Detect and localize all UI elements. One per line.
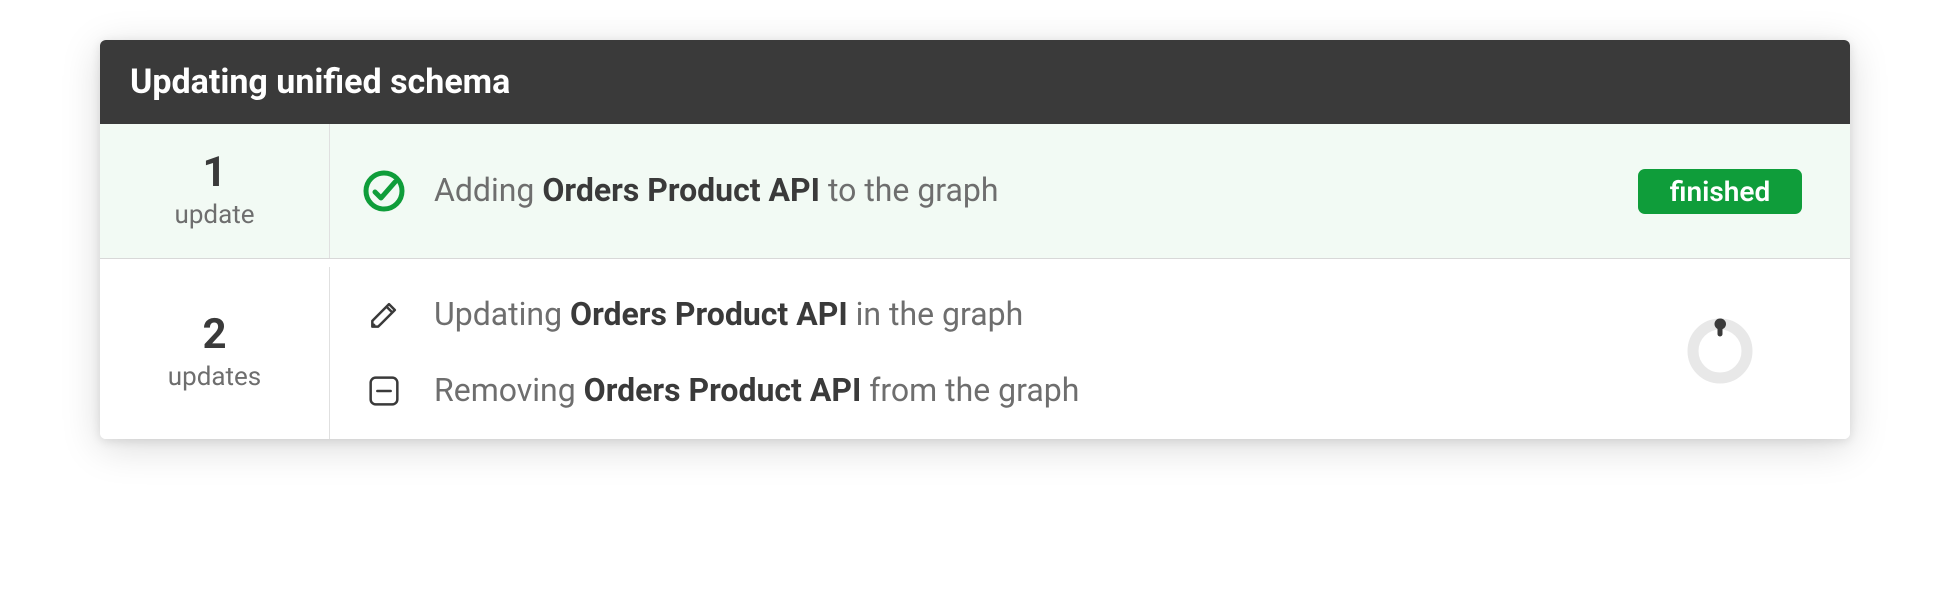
check-circle-icon (360, 167, 408, 215)
task-prefix: Updating (434, 295, 570, 333)
task-prefix: Removing (434, 371, 584, 409)
task-suffix: from the graph (861, 371, 1079, 409)
update-count: 1 (202, 152, 226, 194)
schema-update-panel: Updating unified schema 1 update Adding … (100, 40, 1850, 439)
task-text: Updating Orders Product API in the graph (434, 294, 1023, 336)
task-subject: Orders Product API (584, 371, 862, 409)
task-subject: Orders Product API (542, 171, 820, 209)
update-count: 2 (202, 314, 226, 356)
status-badge-finished: finished (1638, 169, 1803, 214)
update-row: 2 updates Updating Orders Product API in… (100, 267, 1850, 439)
task-line: Adding Orders Product API to the graph (360, 167, 1560, 215)
status-cell: finished (1590, 124, 1850, 258)
pencil-icon (360, 291, 408, 339)
task-line: Updating Orders Product API in the graph (360, 291, 1560, 339)
task-subject: Orders Product API (570, 295, 848, 333)
task-suffix: to the graph (820, 171, 998, 209)
tasks-cell: Adding Orders Product API to the graph (330, 124, 1590, 258)
task-suffix: in the graph (848, 295, 1024, 333)
update-count-cell: 1 update (100, 124, 330, 258)
tasks-cell: Updating Orders Product API in the graph… (330, 267, 1590, 439)
minus-square-icon (360, 367, 408, 415)
task-text: Removing Orders Product API from the gra… (434, 370, 1079, 412)
update-count-cell: 2 updates (100, 267, 330, 439)
spinner-icon (1685, 316, 1755, 390)
update-count-label: updates (168, 362, 261, 392)
update-count-label: update (174, 200, 254, 230)
update-row: 1 update Adding Orders Product API to th… (100, 124, 1850, 259)
task-prefix: Adding (434, 171, 542, 209)
task-text: Adding Orders Product API to the graph (434, 170, 999, 212)
panel-title: Updating unified schema (100, 40, 1850, 124)
task-line: Removing Orders Product API from the gra… (360, 367, 1560, 415)
status-cell (1590, 267, 1850, 439)
